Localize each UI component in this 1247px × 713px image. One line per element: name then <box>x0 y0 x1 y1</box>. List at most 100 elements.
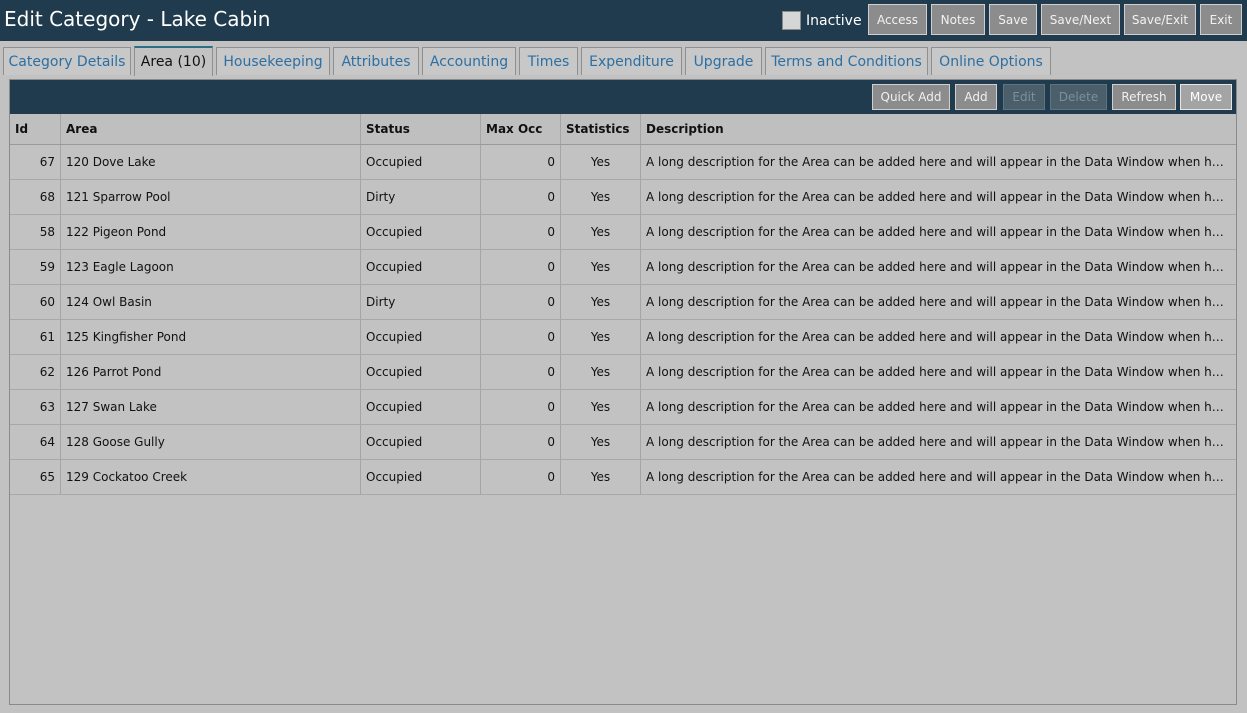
cell-area: 121 Sparrow Pool <box>61 180 361 214</box>
description-text: A long description for the Area can be a… <box>646 190 1231 204</box>
cell-description: A long description for the Area can be a… <box>641 425 1236 459</box>
description-text: A long description for the Area can be a… <box>646 400 1231 414</box>
description-text: A long description for the Area can be a… <box>646 155 1231 169</box>
area-toolbar: Quick Add Add Edit Delete Refresh Move <box>10 80 1236 114</box>
cell-description: A long description for the Area can be a… <box>641 460 1236 494</box>
cell-description: A long description for the Area can be a… <box>641 285 1236 319</box>
cell-area: 128 Goose Gully <box>61 425 361 459</box>
cell-statistics: Yes <box>561 215 641 249</box>
cell-area: 129 Cockatoo Creek <box>61 460 361 494</box>
table-row[interactable]: 68 121 Sparrow Pool Dirty 0 Yes A long d… <box>10 180 1236 215</box>
description-text: A long description for the Area can be a… <box>646 295 1231 309</box>
description-text: A long description for the Area can be a… <box>646 260 1231 274</box>
cell-statistics: Yes <box>561 390 641 424</box>
cell-description: A long description for the Area can be a… <box>641 215 1236 249</box>
cell-id: 62 <box>10 355 61 389</box>
tab-online-options[interactable]: Online Options <box>931 47 1051 75</box>
table-row[interactable]: 61 125 Kingfisher Pond Occupied 0 Yes A … <box>10 320 1236 355</box>
tab-housekeeping[interactable]: Housekeeping <box>216 47 330 75</box>
cell-id: 63 <box>10 390 61 424</box>
table-row[interactable]: 59 123 Eagle Lagoon Occupied 0 Yes A lon… <box>10 250 1236 285</box>
cell-max-occ: 0 <box>481 460 561 494</box>
cell-area: 125 Kingfisher Pond <box>61 320 361 354</box>
table-row[interactable]: 64 128 Goose Gully Occupied 0 Yes A long… <box>10 425 1236 460</box>
cell-statistics: Yes <box>561 250 641 284</box>
move-button[interactable]: Move <box>1180 84 1232 110</box>
cell-status: Occupied <box>361 145 481 179</box>
cell-status: Occupied <box>361 215 481 249</box>
tab-area[interactable]: Area (10) <box>134 46 213 76</box>
tab-upgrade[interactable]: Upgrade <box>685 47 762 75</box>
cell-id: 58 <box>10 215 61 249</box>
column-header-area[interactable]: Area <box>61 114 361 144</box>
inactive-checkbox[interactable] <box>782 11 801 30</box>
column-header-id[interactable]: Id <box>10 114 61 144</box>
cell-statistics: Yes <box>561 320 641 354</box>
cell-area: 127 Swan Lake <box>61 390 361 424</box>
table-row[interactable]: 58 122 Pigeon Pond Occupied 0 Yes A long… <box>10 215 1236 250</box>
refresh-button[interactable]: Refresh <box>1112 84 1176 110</box>
table-row[interactable]: 60 124 Owl Basin Dirty 0 Yes A long desc… <box>10 285 1236 320</box>
cell-max-occ: 0 <box>481 215 561 249</box>
notes-button[interactable]: Notes <box>931 4 985 35</box>
table-row[interactable]: 65 129 Cockatoo Creek Occupied 0 Yes A l… <box>10 460 1236 495</box>
cell-description: A long description for the Area can be a… <box>641 145 1236 179</box>
description-text: A long description for the Area can be a… <box>646 330 1231 344</box>
quick-add-button[interactable]: Quick Add <box>872 84 950 110</box>
inactive-label: Inactive <box>806 12 862 29</box>
column-header-statistics[interactable]: Statistics <box>561 114 641 144</box>
tab-bar: Category Details Area (10) Housekeeping … <box>0 41 1247 76</box>
save-exit-button[interactable]: Save/Exit <box>1124 4 1196 35</box>
cell-max-occ: 0 <box>481 425 561 459</box>
cell-statistics: Yes <box>561 180 641 214</box>
add-button[interactable]: Add <box>955 84 997 110</box>
cell-max-occ: 0 <box>481 320 561 354</box>
cell-id: 59 <box>10 250 61 284</box>
cell-id: 60 <box>10 285 61 319</box>
cell-status: Dirty <box>361 180 481 214</box>
delete-button[interactable]: Delete <box>1050 84 1107 110</box>
cell-description: A long description for the Area can be a… <box>641 390 1236 424</box>
cell-status: Occupied <box>361 355 481 389</box>
cell-max-occ: 0 <box>481 390 561 424</box>
cell-description: A long description for the Area can be a… <box>641 355 1236 389</box>
cell-statistics: Yes <box>561 460 641 494</box>
description-text: A long description for the Area can be a… <box>646 470 1231 484</box>
cell-max-occ: 0 <box>481 145 561 179</box>
header-bar: Edit Category - Lake Cabin Inactive Acce… <box>0 0 1247 41</box>
cell-max-occ: 0 <box>481 355 561 389</box>
cell-status: Occupied <box>361 320 481 354</box>
cell-area: 120 Dove Lake <box>61 145 361 179</box>
description-text: A long description for the Area can be a… <box>646 225 1231 239</box>
tab-times[interactable]: Times <box>519 47 578 75</box>
cell-area: 126 Parrot Pond <box>61 355 361 389</box>
cell-description: A long description for the Area can be a… <box>641 180 1236 214</box>
area-panel: Quick Add Add Edit Delete Refresh Move I… <box>9 79 1237 705</box>
table-row[interactable]: 63 127 Swan Lake Occupied 0 Yes A long d… <box>10 390 1236 425</box>
table-row[interactable]: 62 126 Parrot Pond Occupied 0 Yes A long… <box>10 355 1236 390</box>
cell-area: 124 Owl Basin <box>61 285 361 319</box>
tab-accounting[interactable]: Accounting <box>422 47 516 75</box>
tab-expenditure[interactable]: Expenditure <box>581 47 682 75</box>
cell-description: A long description for the Area can be a… <box>641 250 1236 284</box>
tab-attributes[interactable]: Attributes <box>333 47 419 75</box>
edit-button[interactable]: Edit <box>1003 84 1045 110</box>
cell-max-occ: 0 <box>481 285 561 319</box>
cell-id: 67 <box>10 145 61 179</box>
inactive-toggle[interactable]: Inactive <box>782 10 862 31</box>
cell-status: Dirty <box>361 285 481 319</box>
tab-terms-and-conditions[interactable]: Terms and Conditions <box>765 47 928 75</box>
cell-statistics: Yes <box>561 355 641 389</box>
column-header-status[interactable]: Status <box>361 114 481 144</box>
save-button[interactable]: Save <box>989 4 1037 35</box>
exit-button[interactable]: Exit <box>1200 4 1242 35</box>
tab-category-details[interactable]: Category Details <box>3 47 131 75</box>
table-header-row: Id Area Status Max Occ Statistics Descri… <box>10 114 1236 145</box>
table-row[interactable]: 67 120 Dove Lake Occupied 0 Yes A long d… <box>10 145 1236 180</box>
cell-statistics: Yes <box>561 425 641 459</box>
cell-id: 61 <box>10 320 61 354</box>
column-header-max-occ[interactable]: Max Occ <box>481 114 561 144</box>
access-button[interactable]: Access <box>868 4 927 35</box>
column-header-description[interactable]: Description <box>641 114 1236 144</box>
save-next-button[interactable]: Save/Next <box>1041 4 1120 35</box>
